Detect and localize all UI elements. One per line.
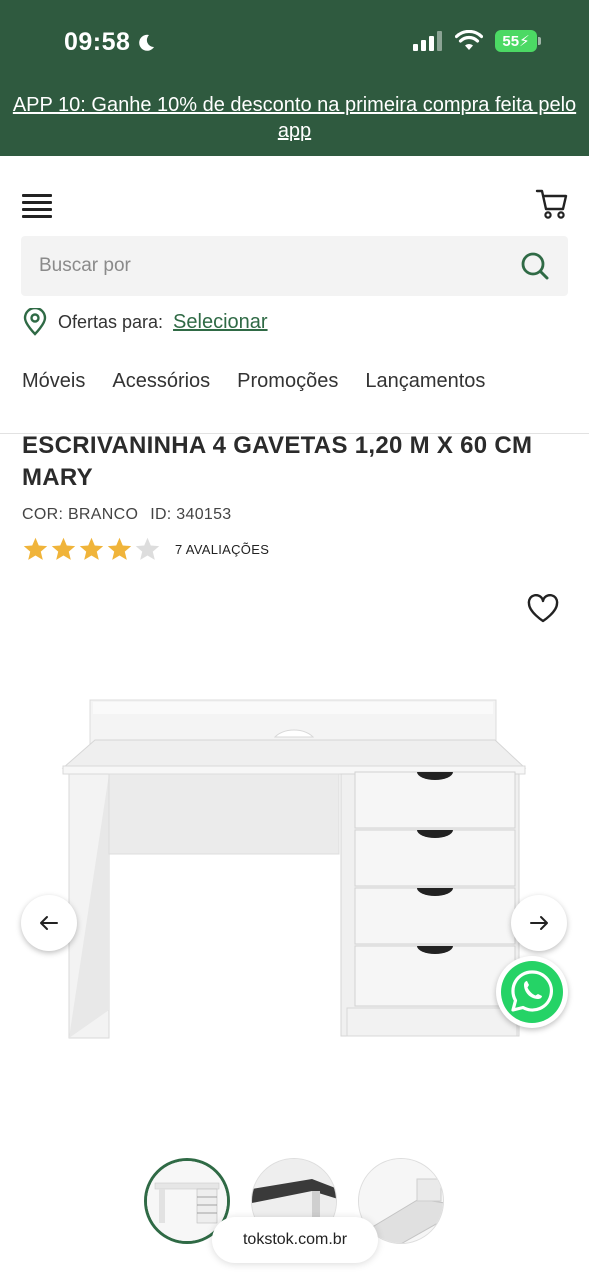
heart-icon[interactable] bbox=[526, 594, 560, 624]
star-icon bbox=[23, 537, 48, 560]
arrow-right-icon bbox=[530, 916, 548, 930]
browser-url: tokstok.com.br bbox=[242, 1231, 348, 1248]
offers-location: Ofertas para: Selecionar bbox=[22, 308, 268, 336]
location-pin-icon bbox=[23, 308, 47, 336]
status-time: 09:58 bbox=[64, 28, 156, 57]
carousel-prev-button[interactable] bbox=[21, 895, 77, 951]
promo-link[interactable]: APP 10: Ganhe 10% de desconto na primeir… bbox=[5, 92, 585, 144]
search-bar bbox=[21, 236, 568, 296]
product-rating[interactable]: 7 AVALIAÇÕES bbox=[22, 536, 269, 563]
status-indicators: 55 ⚡ bbox=[413, 30, 541, 52]
star-icon bbox=[135, 537, 160, 560]
wifi-icon bbox=[455, 30, 483, 50]
search-icon[interactable] bbox=[520, 251, 550, 281]
star-icon bbox=[79, 537, 104, 560]
time-text: 09:58 bbox=[64, 28, 131, 56]
carousel-next-button[interactable] bbox=[511, 895, 567, 951]
select-location-link[interactable]: Selecionar bbox=[173, 311, 268, 334]
offers-label: Ofertas para: bbox=[58, 311, 164, 332]
cart-icon[interactable] bbox=[535, 188, 569, 225]
whatsapp-icon bbox=[501, 961, 563, 1023]
product-id: ID: 340153 bbox=[150, 506, 232, 523]
star-icon bbox=[107, 537, 132, 560]
category-nav: Móveis Acessórios Promoções Lançamentos bbox=[22, 370, 485, 393]
battery-level: 55 bbox=[502, 32, 520, 50]
promo-banner: APP 10: Ganhe 10% de desconto na primeir… bbox=[0, 80, 589, 156]
battery-indicator: 55 ⚡ bbox=[495, 30, 541, 52]
browser-url-bar[interactable]: tokstok.com.br bbox=[212, 1217, 378, 1263]
site-header: Ofertas para: Selecionar Móveis Acessóri… bbox=[0, 156, 589, 434]
product-meta: COR: BRANCO ID: 340153 bbox=[22, 506, 231, 524]
arrow-left-icon bbox=[40, 916, 58, 930]
product-image bbox=[61, 699, 527, 1039]
signal-icon bbox=[413, 31, 442, 51]
menu-icon[interactable] bbox=[22, 194, 52, 218]
product-title: ESCRIVANINHA 4 GAVETAS 1,20 M X 60 CM MA… bbox=[22, 432, 533, 491]
product-color: COR: BRANCO bbox=[22, 506, 139, 523]
whatsapp-button[interactable] bbox=[496, 956, 568, 1028]
nav-item-moveis[interactable]: Móveis bbox=[22, 370, 85, 393]
rating-count[interactable]: 7 AVALIAÇÕES bbox=[175, 542, 269, 557]
rating-stars bbox=[22, 536, 161, 563]
status-bar: 09:58 55 ⚡ bbox=[0, 0, 589, 80]
star-icon bbox=[51, 537, 76, 560]
moon-icon bbox=[139, 34, 155, 51]
search-input[interactable] bbox=[39, 255, 520, 277]
nav-item-promocoes[interactable]: Promoções bbox=[237, 370, 338, 393]
nav-item-lancamentos[interactable]: Lançamentos bbox=[365, 370, 485, 393]
nav-item-acessorios[interactable]: Acessórios bbox=[112, 370, 210, 393]
